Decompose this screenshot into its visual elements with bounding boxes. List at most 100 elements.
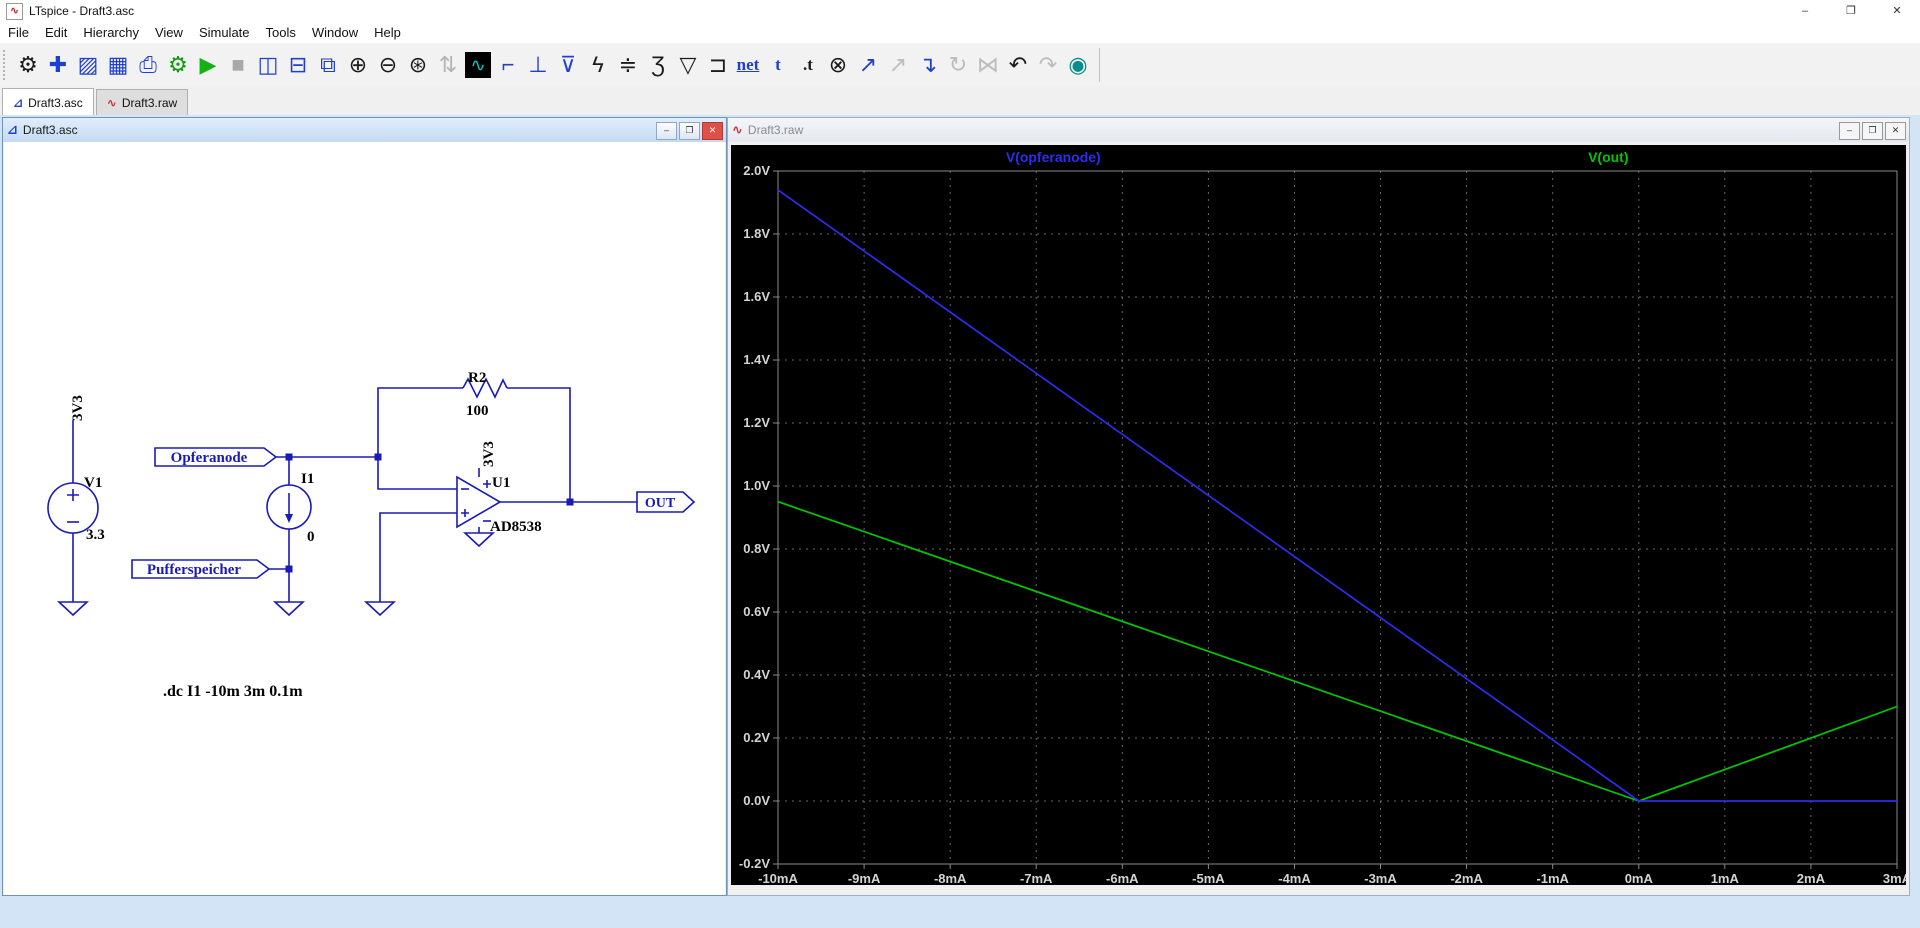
label-net-icon[interactable]: ⊽ bbox=[553, 47, 583, 83]
maximize-button[interactable]: ❐ bbox=[1862, 122, 1883, 140]
u1-rail-label[interactable]: 3V3 bbox=[481, 441, 497, 467]
x-axis-label: 0mA bbox=[1625, 871, 1654, 885]
menu-tools[interactable]: Tools bbox=[258, 23, 304, 42]
schematic-tab-icon: ⊿ bbox=[13, 95, 24, 110]
ground-icon[interactable]: ⊥ bbox=[523, 47, 553, 83]
edit-simulation-cmd-icon[interactable]: ⚙ bbox=[163, 47, 193, 83]
menu-window[interactable]: Window bbox=[304, 23, 366, 42]
open-icon[interactable]: ▨ bbox=[73, 47, 103, 83]
cascade-windows-icon[interactable]: ⧉ bbox=[313, 47, 343, 83]
spice-directive-icon[interactable]: .t bbox=[793, 47, 823, 83]
r2-value[interactable]: 100 bbox=[466, 403, 489, 419]
tab-draft3-asc[interactable]: ⊿ Draft3.asc bbox=[2, 88, 94, 116]
zoom-in-icon[interactable]: ⊕ bbox=[343, 47, 373, 83]
text-tool-icon[interactable]: t bbox=[763, 47, 793, 83]
cut-icon[interactable]: ⊗ bbox=[823, 47, 853, 83]
app-title: LTspice - Draft3.asc bbox=[29, 4, 135, 18]
r2-name[interactable]: R2 bbox=[468, 370, 486, 386]
menu-help[interactable]: Help bbox=[366, 23, 409, 42]
app-close-button[interactable]: ✕ bbox=[1874, 0, 1920, 22]
v1-rail-label[interactable]: 3V3 bbox=[70, 395, 86, 421]
inductor-icon[interactable]: Ʒ bbox=[643, 47, 673, 83]
tile-vertical-icon[interactable]: ◫ bbox=[253, 47, 283, 83]
tile-horizontal-icon[interactable]: ⊟ bbox=[283, 47, 313, 83]
ground-symbol[interactable] bbox=[462, 532, 496, 548]
ground-symbol[interactable] bbox=[56, 601, 90, 617]
find-icon[interactable]: ↗ bbox=[883, 47, 913, 83]
ltspice-app-icon: ∿ bbox=[6, 2, 23, 20]
zoom-previous-icon[interactable]: ⇅ bbox=[433, 47, 463, 83]
save-icon[interactable]: ▦ bbox=[103, 47, 133, 83]
redo-icon[interactable]: ↷ bbox=[1033, 47, 1063, 83]
net-label-out[interactable]: OUT bbox=[645, 496, 676, 511]
close-button[interactable]: ✕ bbox=[1885, 122, 1906, 140]
ground-symbol[interactable] bbox=[363, 601, 397, 617]
schematic-window-titlebar[interactable]: ⊿ Draft3.asc – ❐ ✕ bbox=[3, 118, 726, 142]
zoom-out-icon[interactable]: ⊖ bbox=[373, 47, 403, 83]
i1-name[interactable]: I1 bbox=[301, 471, 314, 487]
minimize-button[interactable]: – bbox=[656, 122, 677, 140]
y-axis-label: 1.8V bbox=[743, 226, 770, 241]
component-icon[interactable]: ⊐ bbox=[703, 47, 733, 83]
copy-icon[interactable]: ↗ bbox=[853, 47, 883, 83]
wire[interactable] bbox=[377, 457, 457, 490]
y-axis-label: 0.4V bbox=[743, 667, 770, 682]
spice-directive-text[interactable]: .dc I1 -10m 3m 0.1m bbox=[163, 683, 303, 700]
opamp-noninverting-input-sign bbox=[461, 509, 469, 517]
menu-hierarchy[interactable]: Hierarchy bbox=[75, 23, 147, 42]
menu-edit[interactable]: Edit bbox=[37, 23, 75, 42]
spice-netlist-icon[interactable]: net bbox=[733, 47, 763, 83]
view-waveform-icon[interactable]: ∿ bbox=[465, 51, 491, 78]
waveform-pane-footer bbox=[731, 885, 1906, 895]
maximize-button[interactable]: ❐ bbox=[679, 122, 700, 140]
menu-simulate[interactable]: Simulate bbox=[191, 23, 258, 42]
app-minimize-button[interactable]: – bbox=[1782, 0, 1828, 22]
tab-label: Draft3.raw bbox=[121, 95, 178, 110]
schematic-canvas[interactable]: 3V3 V1 3.3 Opferanode I1 0 Pufferspeiche… bbox=[4, 142, 725, 895]
halt-icon[interactable]: ■ bbox=[223, 47, 253, 83]
net-label-opferanode[interactable]: Opferanode bbox=[171, 450, 248, 466]
trace-label-v-opferanode-[interactable]: V(opferanode) bbox=[1006, 149, 1101, 165]
menu-file[interactable]: File bbox=[0, 23, 37, 42]
capacitor-icon[interactable]: ≑ bbox=[613, 47, 643, 83]
zoom-full-extents-icon[interactable]: ⊛ bbox=[403, 47, 433, 83]
trace-v-opferanode-[interactable] bbox=[777, 189, 1897, 802]
control-panel-icon[interactable]: ⚙ bbox=[13, 47, 43, 83]
minimize-button[interactable]: – bbox=[1839, 122, 1860, 140]
v1-value[interactable]: 3.3 bbox=[86, 527, 105, 543]
u1-part-number[interactable]: AD8538 bbox=[490, 519, 542, 535]
new-schematic-icon[interactable]: ✚ bbox=[43, 47, 73, 83]
diode-icon[interactable]: ▽ bbox=[673, 47, 703, 83]
v1-name[interactable]: V1 bbox=[84, 475, 102, 491]
y-axis-label: 0.0V bbox=[743, 793, 770, 808]
schematic-window-title: Draft3.asc bbox=[22, 123, 78, 137]
run-icon[interactable]: ▶ bbox=[193, 47, 223, 83]
waveform-window-titlebar[interactable]: ∿ Draft3.raw – ❐ ✕ bbox=[728, 118, 1909, 142]
paste-icon[interactable]: ↻ bbox=[943, 47, 973, 83]
u1-name[interactable]: U1 bbox=[492, 475, 510, 491]
close-button[interactable]: ✕ bbox=[702, 122, 723, 140]
waveform-plot[interactable]: -10mA -9mA -8mA -7mA -6mA -5mA -4mA -3mA -2mA -1m… bbox=[731, 145, 1912, 886]
waveform-window-icon: ∿ bbox=[732, 122, 743, 137]
undo-icon[interactable]: ↶ bbox=[1003, 47, 1033, 83]
menu-view[interactable]: View bbox=[147, 23, 191, 42]
zoom-area-icon[interactable]: ◉ bbox=[1063, 47, 1093, 83]
waveform-pane[interactable]: -10mA -9mA -8mA -7mA -6mA -5mA -4mA -3mA -2mA -1m… bbox=[731, 145, 1912, 886]
resistor-icon[interactable]: ϟ bbox=[583, 47, 613, 83]
toolbar: ⚙ ✚ ▨ ▦ ⎙ ⚙ ▶ ■ ◫ ⊟ ⧉ ⊕ ⊖ ⊛ ⇅ ∿ ⌐ ⊥ ⊽ ϟ ≑ Ʒ ▽ ⊐ net t .t ⊗ ↗ ↗ ↴ ↻ ⋈ ↶ ↷ ◉ bbox=[0, 43, 1920, 87]
wire[interactable] bbox=[379, 512, 457, 602]
print-icon[interactable]: ⎙ bbox=[133, 47, 163, 83]
drag-icon[interactable]: ↴ bbox=[913, 47, 943, 83]
net-label-pufferspeicher[interactable]: Pufferspeicher bbox=[147, 562, 241, 578]
trace-label-v-out-[interactable]: V(out) bbox=[1588, 149, 1628, 165]
wire-icon[interactable]: ⌐ bbox=[493, 47, 523, 83]
x-axis-label: -5mA bbox=[1192, 871, 1225, 885]
tab-draft3-raw[interactable]: ∿ Draft3.raw bbox=[95, 89, 189, 115]
ground-symbol[interactable] bbox=[272, 601, 306, 617]
schematic-drawing[interactable]: 3V3 V1 3.3 Opferanode I1 0 Pufferspeiche… bbox=[4, 142, 725, 895]
app-maximize-button[interactable]: ❐ bbox=[1828, 0, 1874, 22]
mirror-icon[interactable]: ⋈ bbox=[973, 47, 1003, 83]
i1-value[interactable]: 0 bbox=[307, 529, 315, 545]
trace-v-out-[interactable] bbox=[777, 500, 1898, 802]
opamp-vplus-sign bbox=[483, 480, 491, 488]
